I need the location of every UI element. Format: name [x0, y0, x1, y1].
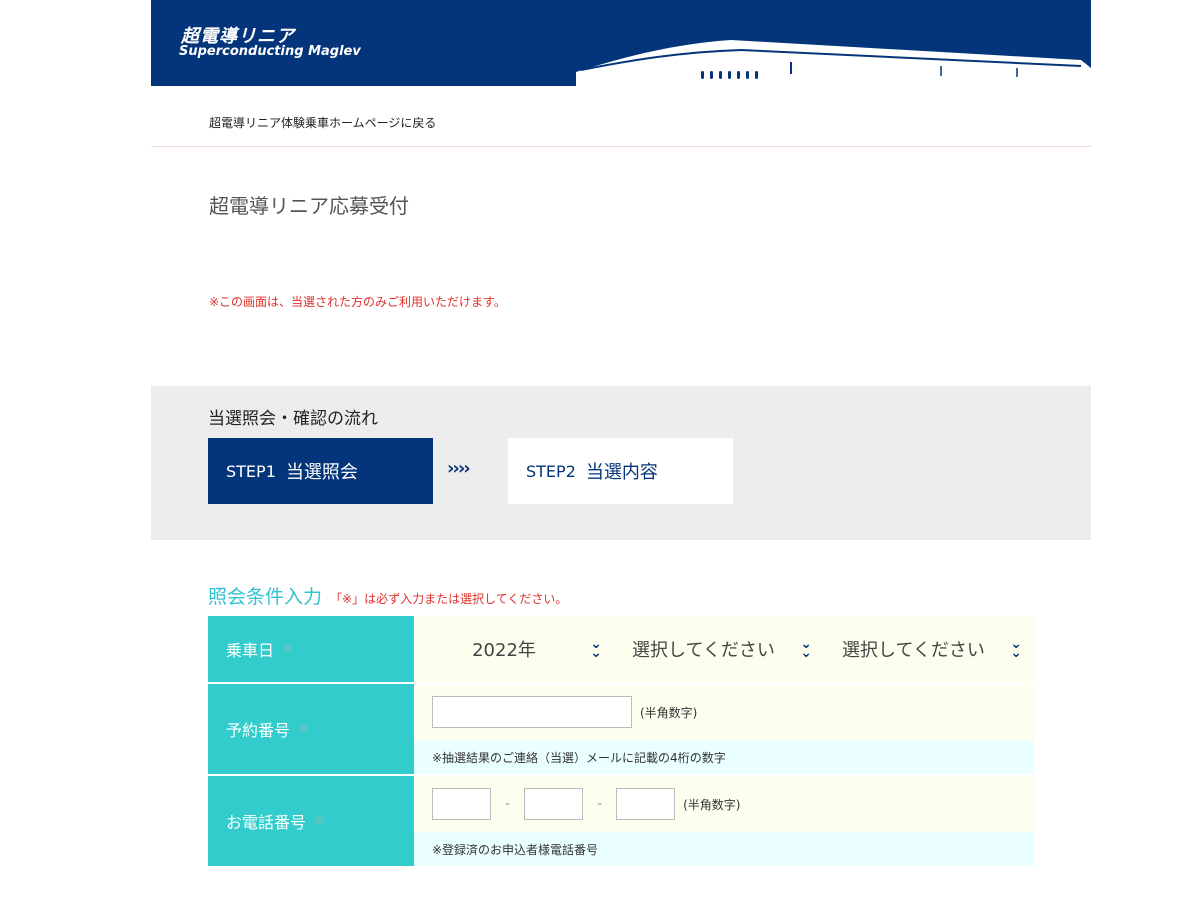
header-banner: 超電導リニア Superconducting Maglev — [151, 0, 1091, 86]
phone-part-3-input[interactable] — [616, 788, 676, 820]
reservation-number-row: 予約番号 ※ (半角数字) ※抽選結果のご連絡（当選）メールに記載の4桁の数字 — [208, 684, 1034, 774]
required-mark: ※ — [314, 813, 325, 829]
required-note: 「※」は必ず入力または選択してください。 — [330, 592, 568, 606]
double-chevron-down-icon: ⌄ ⌄ — [1010, 636, 1022, 661]
month-select[interactable]: 選択してください ⌄ ⌄ — [614, 616, 824, 682]
step-2-label: 当選内容 — [585, 462, 658, 483]
boarding-date-label: 乗車日 ※ — [208, 616, 414, 682]
phone-number-row: お電話番号 ※ - - (半角数字) ※登録済のお申込者様電話番号 — [208, 776, 1034, 866]
phone-number-hint: ※登録済のお申込者様電話番号 — [414, 832, 1034, 866]
step-2: STEP2 当選内容 — [508, 438, 733, 504]
boarding-date-label-text: 乗車日 — [226, 641, 275, 660]
month-select-value: 選択してください — [632, 640, 775, 661]
reservation-number-label: 予約番号 ※ — [208, 684, 414, 774]
maglev-train-illustration — [576, 40, 1091, 86]
step-1-label: 当選照会 — [285, 462, 358, 483]
required-mark: ※ — [298, 721, 309, 737]
reservation-number-hint: ※抽選結果のご連絡（当選）メールに記載の4桁の数字 — [414, 740, 1034, 774]
back-to-home-link[interactable]: 超電導リニア体験乗車ホームページに戻る — [209, 114, 436, 131]
boarding-date-row: 乗車日 ※ 2022年 ⌄ ⌄ 選択してください ⌄ ⌄ 選択してください ⌄ ⌄ — [208, 616, 1034, 682]
divider — [151, 146, 1091, 147]
year-select-value: 2022年 — [472, 640, 536, 661]
inquiry-form: 乗車日 ※ 2022年 ⌄ ⌄ 選択してください ⌄ ⌄ 選択してください ⌄ ⌄ — [208, 616, 1034, 866]
flow-title: 当選照会・確認の流れ — [208, 409, 378, 429]
year-select[interactable]: 2022年 ⌄ ⌄ — [414, 616, 614, 682]
required-mark: ※ — [282, 641, 293, 657]
step-2-number: STEP2 — [526, 461, 576, 481]
step-1-number: STEP1 — [226, 461, 276, 481]
double-chevron-down-icon: ⌄ ⌄ — [800, 636, 812, 661]
phone-number-label-text: お電話番号 — [226, 813, 307, 832]
form-heading: 照会条件入力 「※」は必ず入力または選択してください。 — [208, 582, 567, 609]
flow-arrows-icon: ›››› — [447, 458, 471, 479]
double-chevron-down-icon: ⌄ ⌄ — [590, 636, 602, 661]
winner-only-notice: ※この画面は、当選された方のみご利用いただけます。 — [209, 295, 506, 309]
form-title: 照会条件入力 — [208, 586, 323, 608]
phone-part-2-input[interactable] — [524, 788, 584, 820]
step-1-current: STEP1 当選照会 — [208, 438, 433, 504]
boarding-date-selects: 2022年 ⌄ ⌄ 選択してください ⌄ ⌄ 選択してください ⌄ ⌄ — [414, 616, 1034, 682]
day-select-value: 選択してください — [842, 640, 985, 661]
phone-separator: - — [597, 796, 603, 812]
reservation-number-label-text: 予約番号 — [226, 721, 291, 740]
half-width-digits-note: (半角数字) — [683, 797, 741, 812]
reservation-number-content: (半角数字) ※抽選結果のご連絡（当選）メールに記載の4桁の数字 — [414, 684, 1034, 774]
phone-number-content: - - (半角数字) ※登録済のお申込者様電話番号 — [414, 776, 1034, 866]
phone-part-1-input[interactable] — [432, 788, 491, 820]
day-select[interactable]: 選択してください ⌄ ⌄ — [824, 616, 1034, 682]
phone-number-label: お電話番号 ※ — [208, 776, 414, 866]
page-title: 超電導リニア応募受付 — [209, 194, 409, 218]
phone-separator: - — [505, 796, 511, 812]
reservation-number-input[interactable] — [432, 696, 632, 728]
half-width-digits-note: (半角数字) — [640, 705, 698, 720]
flow-section: 当選照会・確認の流れ STEP1 当選照会 ›››› STEP2 当選内容 — [151, 386, 1091, 540]
